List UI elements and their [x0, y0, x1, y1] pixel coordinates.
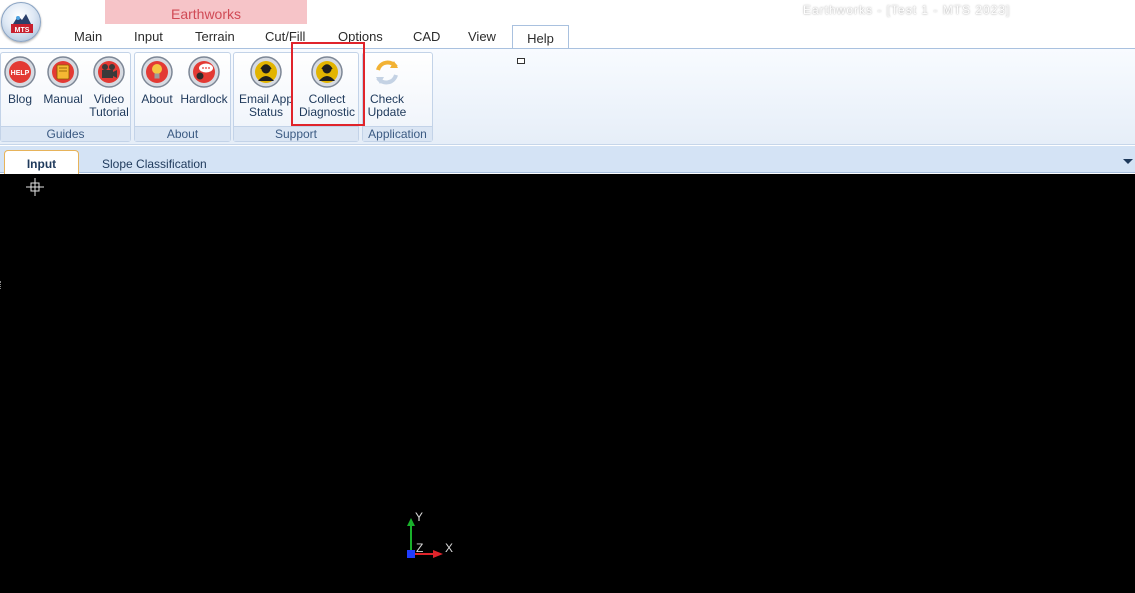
- y-axis-label: Y: [415, 510, 424, 524]
- ucs-axes-icon: [407, 518, 443, 558]
- video-tutorial-label: Video Tutorial: [87, 93, 131, 119]
- crosshair-cursor-icon: [26, 178, 44, 196]
- cad-viewport[interactable]: Y Z X: [0, 174, 1135, 593]
- email-app-status-button[interactable]: Email App Status: [236, 55, 296, 119]
- ribbon-tab-bar: Main Input Terrain Cut/Fill Options CAD …: [0, 24, 1135, 51]
- ribbon-header: MTS Earthworks Main Input Terrain Cut/Fi…: [0, 0, 1135, 51]
- manual-book-icon: [47, 56, 79, 88]
- help-blog-icon: HELP: [4, 56, 36, 88]
- context-group-label: Earthworks: [170, 6, 242, 22]
- tab-terrain[interactable]: Terrain: [195, 29, 235, 44]
- minimize-ribbon-icon[interactable]: [517, 58, 525, 64]
- blog-label: Blog: [7, 92, 33, 106]
- about-label: About: [141, 92, 173, 106]
- group-guides: HELP Blog Manual Video Tutorial Guides: [0, 52, 131, 142]
- blog-button[interactable]: HELP Blog: [3, 55, 37, 106]
- email-app-status-label: Email App Status: [236, 93, 296, 119]
- context-tab-group: Earthworks: [105, 0, 307, 24]
- highlight-box: [291, 42, 365, 126]
- tab-view[interactable]: View: [468, 29, 496, 44]
- group-about: About Hardlock About: [134, 52, 231, 142]
- x-axis-label: X: [445, 541, 454, 555]
- email-app-status-label-line2: Status: [248, 105, 284, 119]
- group-about-label: About: [135, 126, 230, 141]
- email-app-status-label-line1: Email App: [238, 92, 294, 106]
- tab-list-dropdown-icon[interactable]: [1123, 159, 1133, 164]
- group-guides-label: Guides: [1, 126, 130, 141]
- hardlock-chat-icon: [188, 56, 220, 88]
- ucs-axis-indicator: Y Z X: [403, 510, 463, 563]
- tab-main[interactable]: Main: [74, 29, 102, 44]
- manual-button[interactable]: Manual: [42, 55, 84, 106]
- video-tutorial-button[interactable]: Video Tutorial: [87, 55, 131, 119]
- ribbon-panel-help: HELP Blog Manual Video Tutorial Guides A…: [0, 48, 1135, 145]
- video-tutorial-label-line2: Tutorial: [89, 105, 129, 119]
- check-update-label-line2: Update: [367, 105, 407, 119]
- check-update-button[interactable]: Check Update: [365, 55, 409, 119]
- doc-tab-input[interactable]: Input: [4, 150, 79, 174]
- check-update-label: Check Update: [365, 93, 409, 119]
- video-camera-icon: [93, 56, 125, 88]
- group-application-label: Application: [363, 126, 432, 141]
- support-agent-icon: [250, 56, 282, 88]
- refresh-icon: [376, 60, 398, 85]
- window-title: Earthworks - [Test 1 - MTS 2023]: [803, 3, 1011, 17]
- tab-input[interactable]: Input: [134, 29, 163, 44]
- svg-text:HELP: HELP: [11, 70, 30, 77]
- group-application: Check Update Application: [362, 52, 433, 142]
- tab-cad[interactable]: CAD: [413, 29, 440, 44]
- check-update-label-line1: Check: [369, 92, 404, 106]
- document-tab-bar: Input Slope Classification: [0, 146, 1135, 174]
- hardlock-label: Hardlock: [180, 92, 228, 106]
- lightbulb-icon: [141, 56, 173, 88]
- z-axis-label: Z: [416, 541, 424, 555]
- viewport-edge-marker: [0, 281, 3, 289]
- video-tutorial-label-line1: Video: [93, 92, 125, 106]
- group-support-label: Support: [234, 126, 358, 141]
- hardlock-button[interactable]: Hardlock: [179, 55, 229, 106]
- manual-label: Manual: [43, 92, 83, 106]
- about-button[interactable]: About: [138, 55, 176, 106]
- doc-tab-slope-classification[interactable]: Slope Classification: [102, 157, 207, 171]
